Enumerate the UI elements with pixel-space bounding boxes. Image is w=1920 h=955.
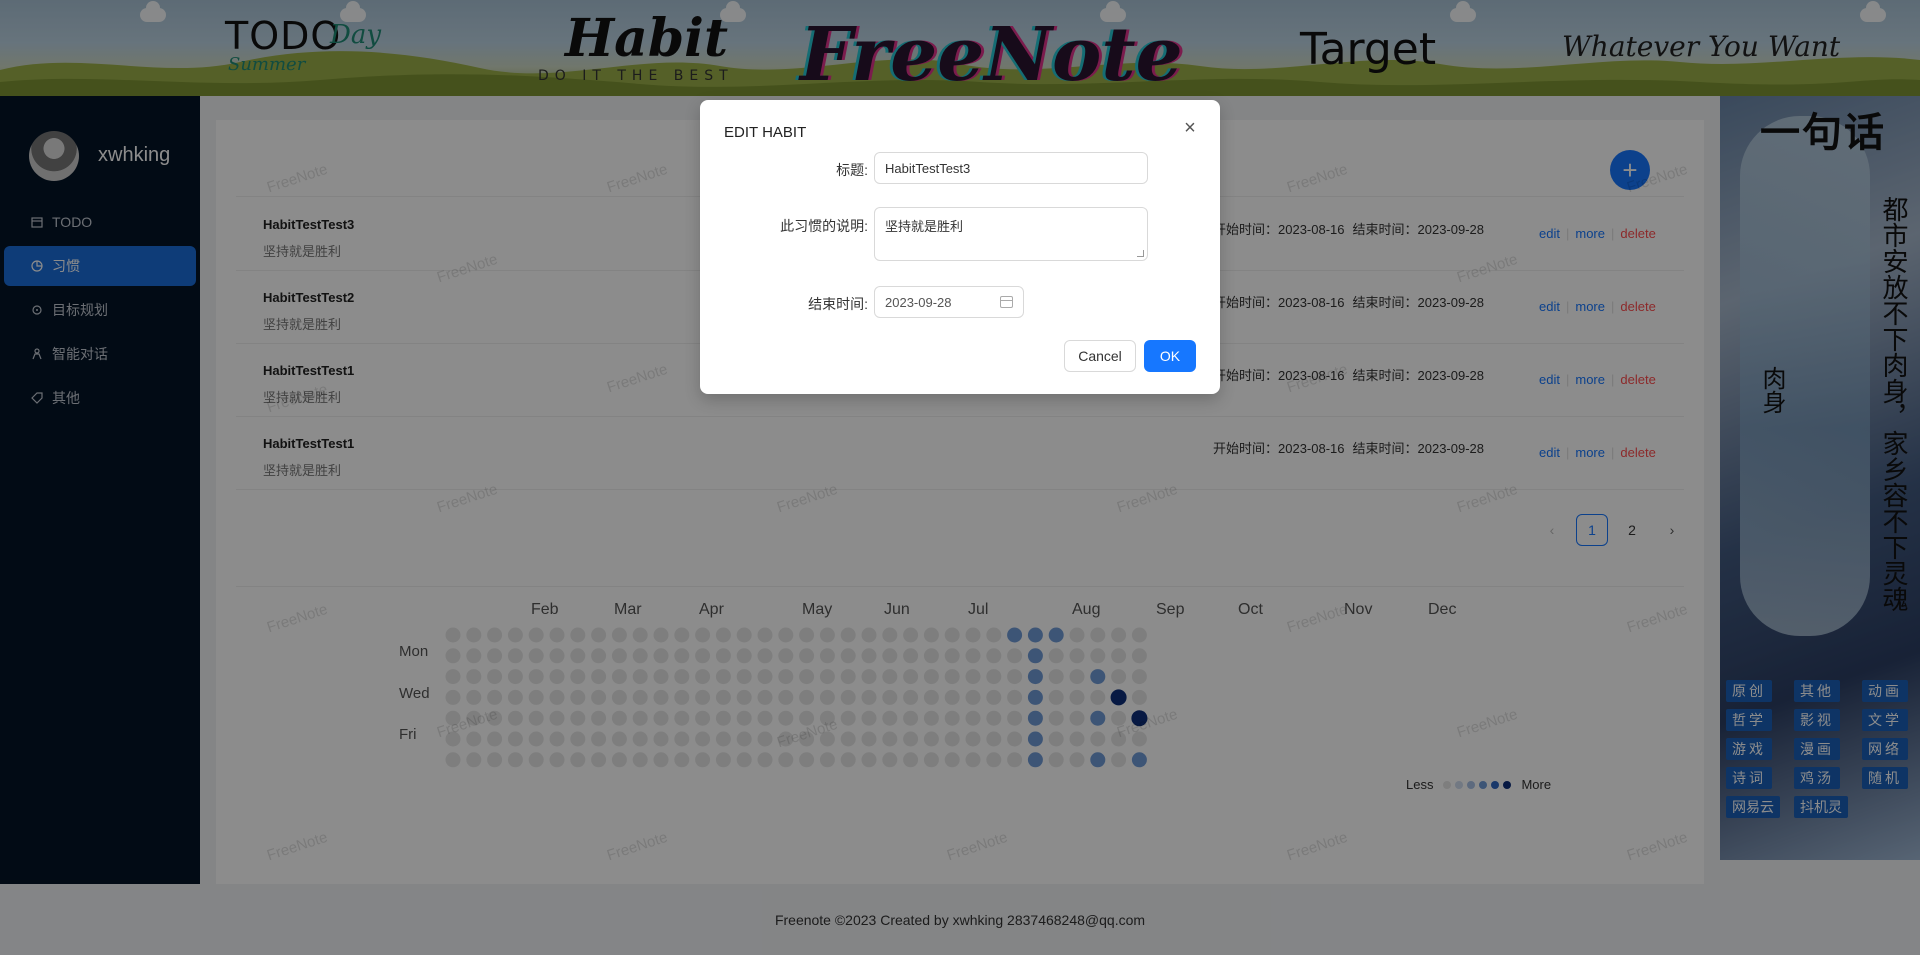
cancel-button[interactable]: Cancel (1064, 340, 1136, 372)
calendar-icon (1000, 296, 1013, 308)
end-date-value: 2023-09-28 (885, 294, 952, 310)
desc-label: 此习惯的说明: (780, 218, 868, 234)
title-input-value: HabitTestTest3 (885, 160, 971, 176)
title-label: 标题: (836, 162, 868, 178)
edit-habit-modal: EDIT HABIT × 标题: HabitTestTest3 此习惯的说明: … (700, 100, 1220, 394)
desc-textarea-value: 坚持就是胜利 (885, 219, 964, 234)
ok-button[interactable]: OK (1144, 340, 1196, 372)
title-input[interactable]: HabitTestTest3 (874, 152, 1148, 184)
desc-textarea[interactable]: 坚持就是胜利 (874, 207, 1148, 261)
close-icon[interactable]: × (1180, 118, 1200, 138)
resize-handle-icon[interactable] (1137, 250, 1144, 257)
modal-title: EDIT HABIT (724, 124, 807, 141)
end-date-picker[interactable]: 2023-09-28 (874, 286, 1024, 318)
end-date-label: 结束时间: (808, 296, 868, 312)
